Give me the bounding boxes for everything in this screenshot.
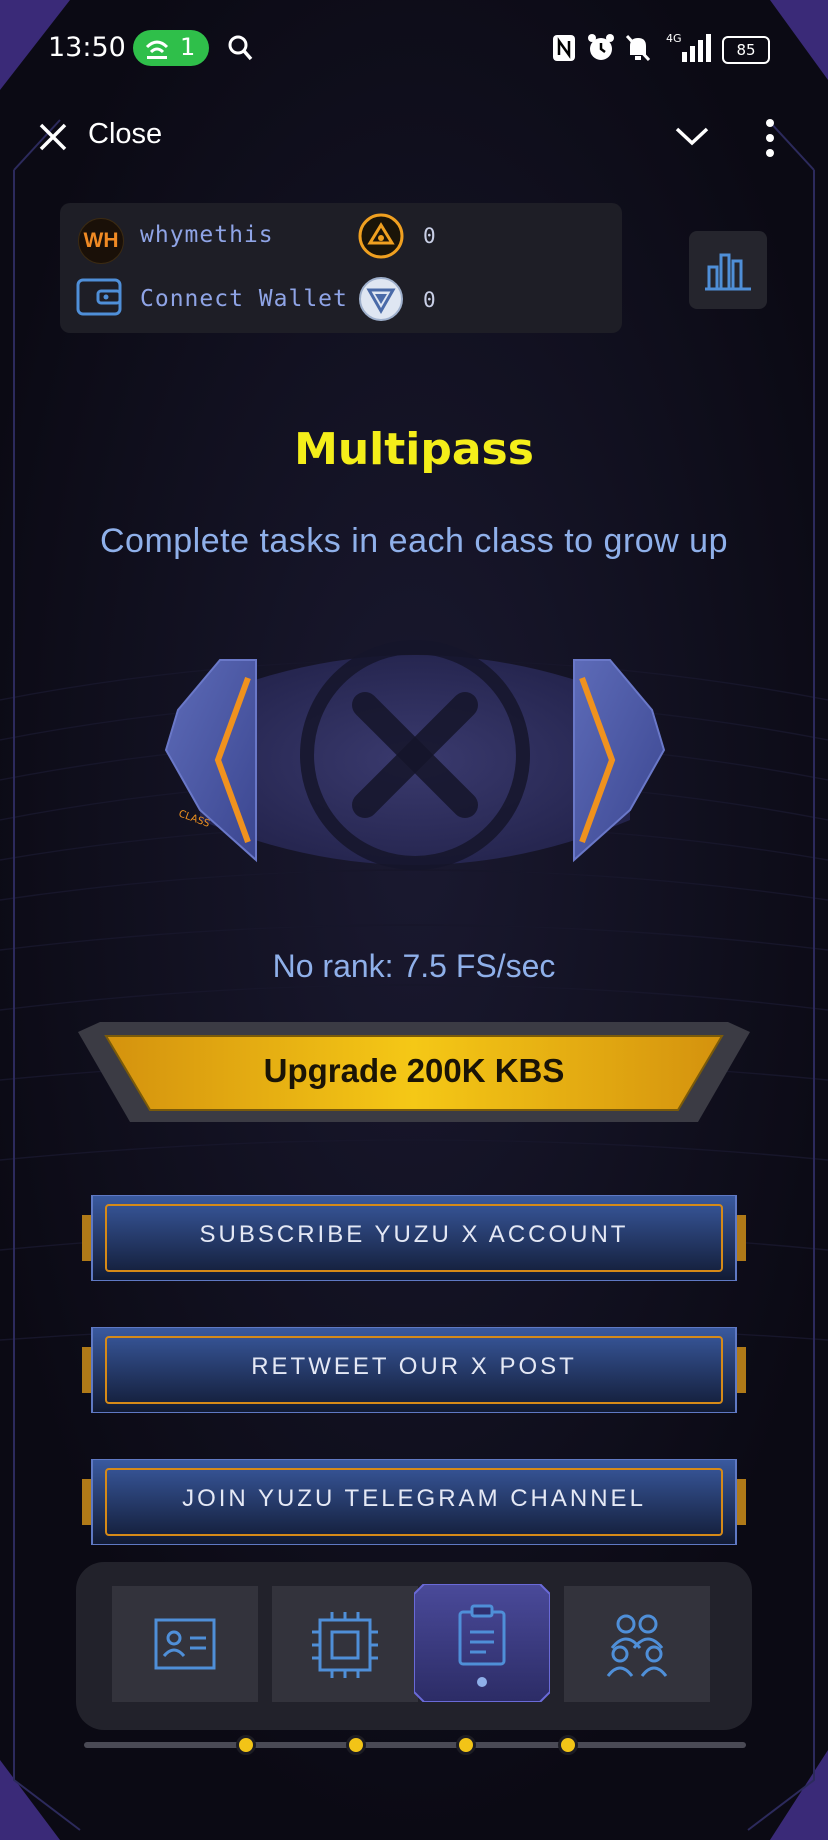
wallet-icon[interactable] (76, 278, 122, 316)
task-join-telegram[interactable]: JOIN YUZU TELEGRAM CHANNEL (82, 1459, 746, 1545)
tab-tasks[interactable] (414, 1584, 550, 1702)
bar-chart-icon (705, 253, 751, 291)
users-icon (606, 1614, 668, 1677)
id-card-icon (154, 1618, 216, 1670)
search-icon (228, 35, 253, 61)
clipboard-icon (414, 1584, 550, 1702)
token-silver-icon (359, 277, 403, 321)
battery-indicator: 85 (722, 36, 770, 64)
close-button[interactable]: Close (88, 118, 162, 151)
progress-dot (456, 1735, 476, 1755)
tab-friends[interactable] (564, 1586, 710, 1702)
mute-icon (625, 34, 651, 62)
task-label: SUBSCRIBE YUZU X ACCOUNT (199, 1221, 629, 1248)
progress-track (84, 1742, 746, 1748)
more-options-icon[interactable] (760, 118, 780, 158)
close-icon[interactable] (38, 122, 68, 152)
avatar[interactable]: WH (78, 218, 124, 264)
page-subtitle: Complete tasks in each class to grow up (99, 522, 728, 560)
tab-boost[interactable] (272, 1586, 418, 1702)
leaderboard-button[interactable] (689, 231, 767, 309)
signal-4g-icon: 4G (666, 32, 711, 62)
status-time: 13:50 (48, 32, 126, 63)
chevron-down-icon[interactable] (674, 124, 710, 148)
hotspot-icon (145, 40, 169, 59)
token-count-2: 0 (423, 288, 436, 312)
task-subscribe-x[interactable]: SUBSCRIBE YUZU X ACCOUNT (82, 1195, 746, 1281)
tab-profile[interactable] (112, 1586, 258, 1702)
page-title: Multipass (294, 424, 534, 475)
progress-dot (346, 1735, 366, 1755)
svg-text:4G: 4G (666, 32, 682, 45)
upgrade-label[interactable]: Upgrade 200K KBS (0, 1052, 828, 1090)
progress-dot (558, 1735, 578, 1755)
task-label: RETWEET OUR X POST (251, 1353, 577, 1380)
status-bar: 13:50 1 4G 85 (0, 0, 828, 96)
nfc-icon (553, 35, 575, 61)
token-orange-icon (358, 213, 404, 259)
progress-dot (236, 1735, 256, 1755)
chip-icon (312, 1612, 378, 1678)
alarm-icon (588, 34, 614, 60)
connect-wallet-button[interactable]: Connect Wallet (140, 286, 348, 312)
task-retweet-post[interactable]: RETWEET OUR X POST (82, 1327, 746, 1413)
rank-emblem: CLASS (164, 640, 666, 870)
username: whymethis (140, 222, 274, 248)
hotspot-count: 1 (180, 33, 196, 61)
rank-status: No rank: 7.5 FS/sec (272, 948, 556, 984)
token-count-1: 0 (423, 224, 436, 248)
task-label: JOIN YUZU TELEGRAM CHANNEL (182, 1485, 646, 1512)
